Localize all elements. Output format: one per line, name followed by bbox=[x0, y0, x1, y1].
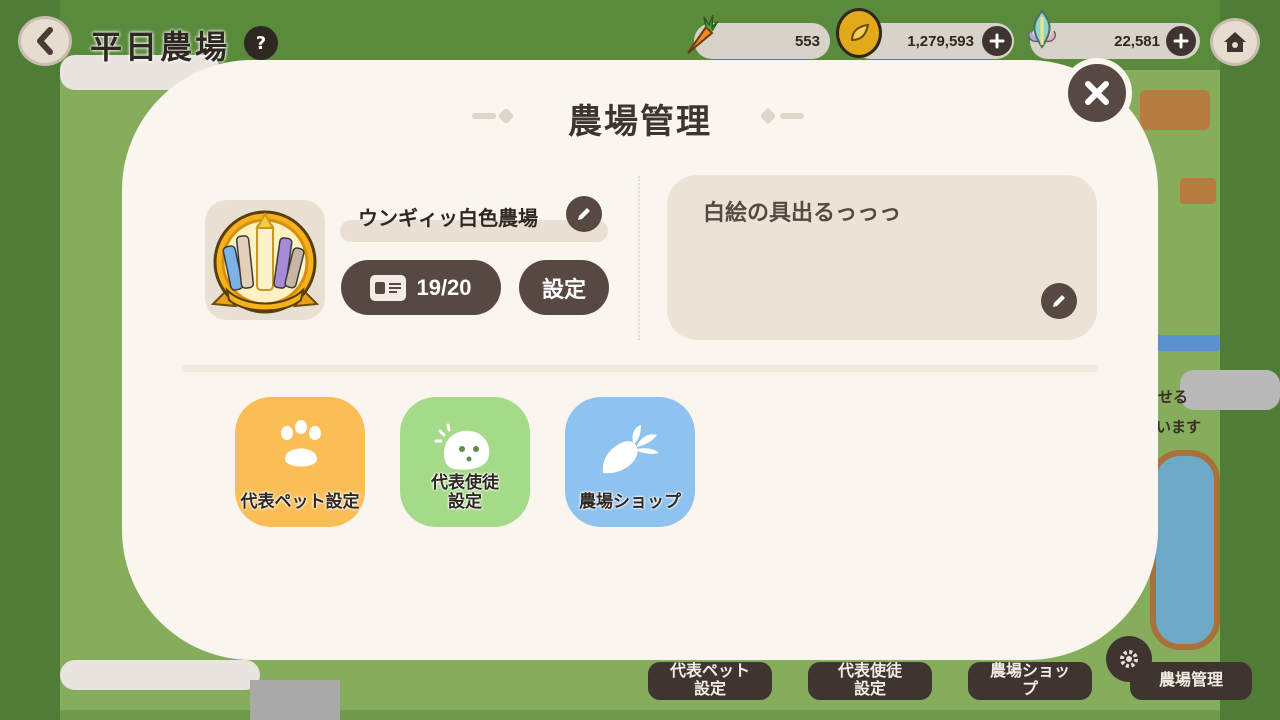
plus-icon bbox=[1173, 33, 1189, 49]
hedge-left bbox=[0, 0, 60, 720]
member-count: 19/20 bbox=[416, 274, 472, 300]
background-text: います bbox=[1156, 419, 1202, 436]
spirit-icon bbox=[434, 423, 490, 470]
farm-title: 平日農場 bbox=[90, 29, 231, 65]
farm-description: 白絵の具出るっっっ bbox=[703, 200, 902, 225]
carrot-value: 553 bbox=[794, 32, 820, 50]
bottom-farm-shop-button[interactable]: 農場ショッ プ bbox=[968, 662, 1092, 700]
member-count-button[interactable]: 19/20 bbox=[341, 260, 501, 315]
bottom-envoy-settings-label: 代表使徒 設定 bbox=[837, 663, 902, 698]
chevron-left-icon bbox=[37, 27, 53, 55]
hedge-right bbox=[1220, 0, 1280, 720]
paw-icon bbox=[281, 420, 321, 467]
farm-shop-label: 農場ショップ bbox=[579, 492, 681, 511]
edit-description-button[interactable] bbox=[1041, 283, 1077, 319]
gear-icon[interactable] bbox=[1106, 636, 1152, 682]
pet-settings-label: 代表ペット設定 bbox=[240, 492, 360, 511]
plus-icon bbox=[989, 33, 1005, 49]
blue-bench bbox=[1150, 335, 1220, 351]
pond bbox=[1150, 450, 1220, 650]
flower-bed bbox=[60, 660, 260, 690]
close-icon bbox=[1085, 81, 1109, 105]
edit-name-button[interactable] bbox=[566, 196, 602, 232]
carrot-icon bbox=[678, 12, 722, 58]
pencil-icon bbox=[1053, 295, 1065, 307]
pet-settings-tile[interactable]: 代表ペット設定 bbox=[235, 397, 365, 527]
envoy-settings-label: 代表使徒 設定 bbox=[431, 473, 499, 511]
settings-button[interactable]: 設定 bbox=[519, 260, 609, 315]
bench bbox=[1180, 178, 1216, 204]
modal-title: 農場管理 bbox=[568, 103, 712, 141]
bottom-pet-settings-label: 代表ペット 設定 bbox=[669, 663, 750, 698]
farm-name-row: ウンギィッ白色農場 bbox=[340, 196, 610, 242]
farm-management-modal: 農場管理 bbox=[122, 60, 1158, 660]
pencil-icon bbox=[578, 208, 590, 220]
bottom-pet-settings-button[interactable]: 代表ペット 設定 bbox=[648, 662, 772, 700]
coin-icon bbox=[836, 8, 882, 58]
stone-path bbox=[250, 680, 340, 720]
farm-emblem[interactable] bbox=[205, 200, 325, 320]
farm-description-box: 白絵の具出るっっっ bbox=[667, 175, 1097, 340]
title-decoration bbox=[759, 107, 808, 125]
bottom-farm-manage-label: 農場管理 bbox=[1158, 672, 1223, 689]
radish-icon bbox=[602, 425, 659, 474]
crayon-badge-icon bbox=[210, 210, 320, 314]
background-text: せる bbox=[1158, 389, 1189, 406]
gem-icon bbox=[1020, 6, 1064, 58]
home-button[interactable] bbox=[1210, 18, 1260, 66]
member-card-icon bbox=[370, 274, 407, 301]
add-gem-button[interactable] bbox=[1166, 26, 1196, 56]
home-icon bbox=[1224, 32, 1246, 52]
envoy-settings-tile[interactable]: 代表使徒 設定 bbox=[400, 397, 530, 527]
help-icon[interactable]: ? bbox=[244, 26, 278, 60]
bottom-farm-shop-label: 農場ショッ プ bbox=[989, 663, 1070, 698]
add-coin-button[interactable] bbox=[982, 26, 1012, 56]
stone-path bbox=[1180, 370, 1280, 410]
vertical-divider bbox=[638, 176, 640, 340]
horizontal-divider bbox=[182, 365, 1098, 372]
bottom-envoy-settings-button[interactable]: 代表使徒 設定 bbox=[808, 662, 932, 700]
back-button[interactable] bbox=[18, 16, 72, 66]
farm-name: ウンギィッ白色農場 bbox=[358, 208, 538, 230]
farm-shop-tile[interactable]: 農場ショップ bbox=[565, 397, 695, 527]
close-button[interactable] bbox=[1062, 58, 1132, 128]
coin-value: 1,279,593 bbox=[907, 32, 974, 50]
settings-label: 設定 bbox=[541, 276, 586, 302]
gem-value: 22,581 bbox=[1114, 32, 1160, 50]
